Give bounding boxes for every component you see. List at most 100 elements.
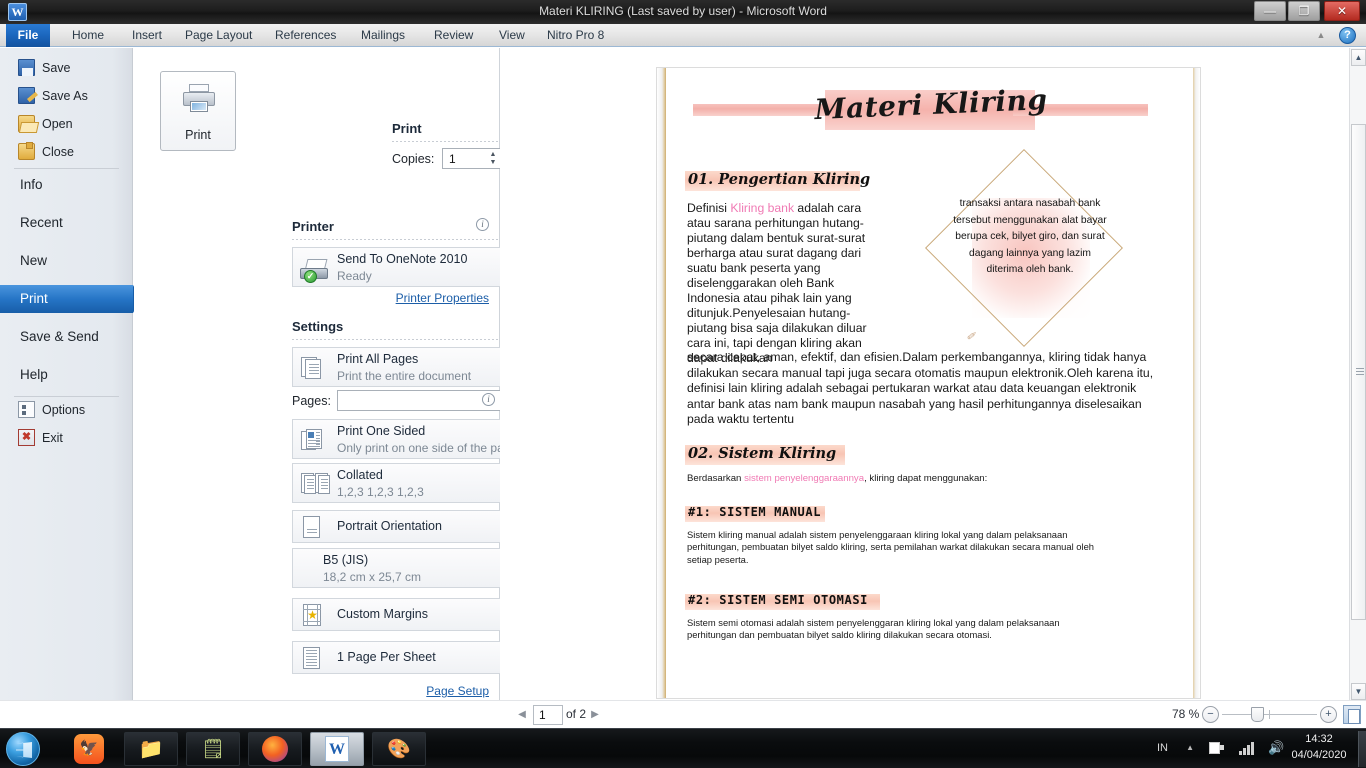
minimize-button[interactable]: — [1254,1,1286,21]
sticky-notes-icon: 🗒 [200,739,226,760]
chevron-up-icon[interactable]: ▲ [1314,28,1328,42]
print-button[interactable]: Print [160,71,236,151]
start-button[interactable] [6,732,40,766]
pages-info-icon[interactable]: i [482,393,495,406]
print-preview-area: Materi Kliring 01. Pengertian Kliring De… [500,48,1366,720]
all-pages-icon [301,357,325,379]
copies-stepper[interactable]: 1 ▲ ▼ [442,148,502,169]
clock-date[interactable]: 04/04/2020 [1280,749,1358,761]
sidebar-item-help[interactable]: Help [0,361,133,389]
sidebar-item-label: Exit [42,431,63,445]
sidebar-item-label: Options [42,403,86,417]
printer-properties-link[interactable]: Printer Properties [396,291,489,305]
tab-file[interactable]: File [6,24,50,47]
tab-view[interactable]: View [489,24,535,47]
taskbar-item-file-explorer[interactable]: 📁 [124,732,178,766]
network-signal-icon[interactable] [1239,742,1256,755]
power-plug-icon[interactable] [1209,740,1224,756]
uc-browser-icon: 🦅 [74,734,104,764]
zoom-out-button[interactable]: − [1202,706,1219,723]
scrollbar-thumb[interactable] [1351,124,1366,620]
open-folder-icon [18,115,35,132]
sidebar-item-label: Help [20,367,48,382]
sidebar-item-label: Close [42,145,74,159]
clock-time[interactable]: 14:32 [1290,733,1348,745]
taskbar-item-sticky-notes[interactable]: 🗒 [186,732,240,766]
show-hidden-icons-icon[interactable]: ▲ [1186,743,1194,752]
sidebar-item-save[interactable]: Save [0,54,133,82]
page-number-input[interactable]: 1 [533,705,563,725]
sidebar-item-print[interactable]: Print [0,285,141,313]
scroll-up-button[interactable]: ▲ [1351,49,1366,66]
title-bar: W Materi KLIRING (Last saved by user) - … [0,0,1366,24]
copies-decrement-icon[interactable]: ▼ [487,159,499,167]
printer-name: Send To OneNote 2010 [337,252,468,266]
copies-value: 1 [449,152,456,166]
zoom-in-button[interactable]: + [1320,706,1337,723]
close-icon: ✕ [1336,4,1348,18]
chevron-down-icon: ▼ [1354,687,1363,696]
sidebar-item-save-and-send[interactable]: Save & Send [0,323,133,351]
sidebar-item-options[interactable]: Options [0,396,133,424]
tab-nitro-pro-8[interactable]: Nitro Pro 8 [537,24,614,47]
tab-insert[interactable]: Insert [122,24,172,47]
show-desktop-button[interactable] [1358,731,1366,767]
sidebar-item-label: New [20,253,48,268]
scroll-down-button[interactable]: ▼ [1351,683,1366,700]
vertical-scrollbar[interactable]: ▲ ▼ [1349,48,1366,701]
print-section-heading: Print [392,121,422,136]
tab-home[interactable]: Home [62,24,114,47]
taskbar-item-uc-browser[interactable]: 🦅 [62,732,116,766]
printer-info-icon[interactable]: i [476,218,489,231]
sidebar-item-recent[interactable]: Recent [0,209,133,237]
intro-highlight: Kliring bank [730,201,795,215]
printer-icon [183,84,215,112]
setting-title: Portrait Orientation [337,519,442,533]
sidebar-item-label: Info [20,177,43,192]
next-page-button[interactable]: ▶ [588,707,602,723]
backstage-navigation: Save Save As Open Close Info Recent New … [0,48,141,720]
settings-section-heading: Settings [292,319,344,334]
windows-logo-icon [16,742,32,758]
zoom-to-page-button[interactable] [1343,705,1361,724]
tab-review[interactable]: Review [424,24,483,47]
options-icon [18,401,35,418]
page-setup-link[interactable]: Page Setup [426,684,489,698]
setting-title: Custom Margins [337,607,428,621]
heading-manual: #1: SISTEM MANUAL [688,505,822,519]
sidebar-item-close[interactable]: Close [0,138,133,166]
zoom-level-label: 78 % [1172,707,1200,721]
setting-subtitle: Only print on one side of the page [337,441,518,455]
sidebar-item-open[interactable]: Open [0,110,133,138]
previous-page-button[interactable]: ◀ [515,707,529,723]
tab-references[interactable]: References [265,24,346,47]
sidebar-item-save-as[interactable]: Save As [0,82,133,110]
help-icon[interactable]: ? [1339,27,1356,44]
sidebar-item-info[interactable]: Info [0,171,133,199]
heading-02: 02. Sistem Kliring [688,445,837,462]
paint-icon: 🎨 [387,739,411,760]
taskbar-item-word[interactable]: W [310,732,364,766]
tab-page-layout[interactable]: Page Layout [175,24,262,47]
sidebar-item-exit[interactable]: Exit [0,424,133,452]
setting-subtitle: 18,2 cm x 25,7 cm [323,570,422,584]
taskbar-item-paint[interactable]: 🎨 [372,732,426,766]
setting-title: Collated [337,468,383,482]
maximize-button[interactable]: ❐ [1288,1,1320,21]
taskbar-item-firefox[interactable] [248,732,302,766]
sidebar-item-label: Save As [42,89,88,103]
heading-01: 01. Pengertian Kliring [688,171,871,188]
intro-post: adalah cara atau sarana perhitungan huta… [687,201,867,365]
chevron-up-icon: ▲ [1354,53,1363,62]
sidebar-item-label: Save [42,61,71,75]
close-button[interactable]: ✕ [1324,1,1360,21]
zoom-slider-thumb[interactable] [1251,707,1264,722]
setting-title: Print One Sided [337,424,426,438]
language-indicator[interactable]: IN [1157,742,1168,754]
copies-increment-icon[interactable]: ▲ [487,151,499,159]
tab-mailings[interactable]: Mailings [351,24,415,47]
status-bar: ◀ 1 of 2 ▶ 78 % − + [0,700,1366,728]
sidebar-item-new[interactable]: New [0,247,133,275]
page-right-edge [1193,68,1200,698]
heading-semi: #2: SISTEM SEMI OTOMASI [688,593,868,607]
